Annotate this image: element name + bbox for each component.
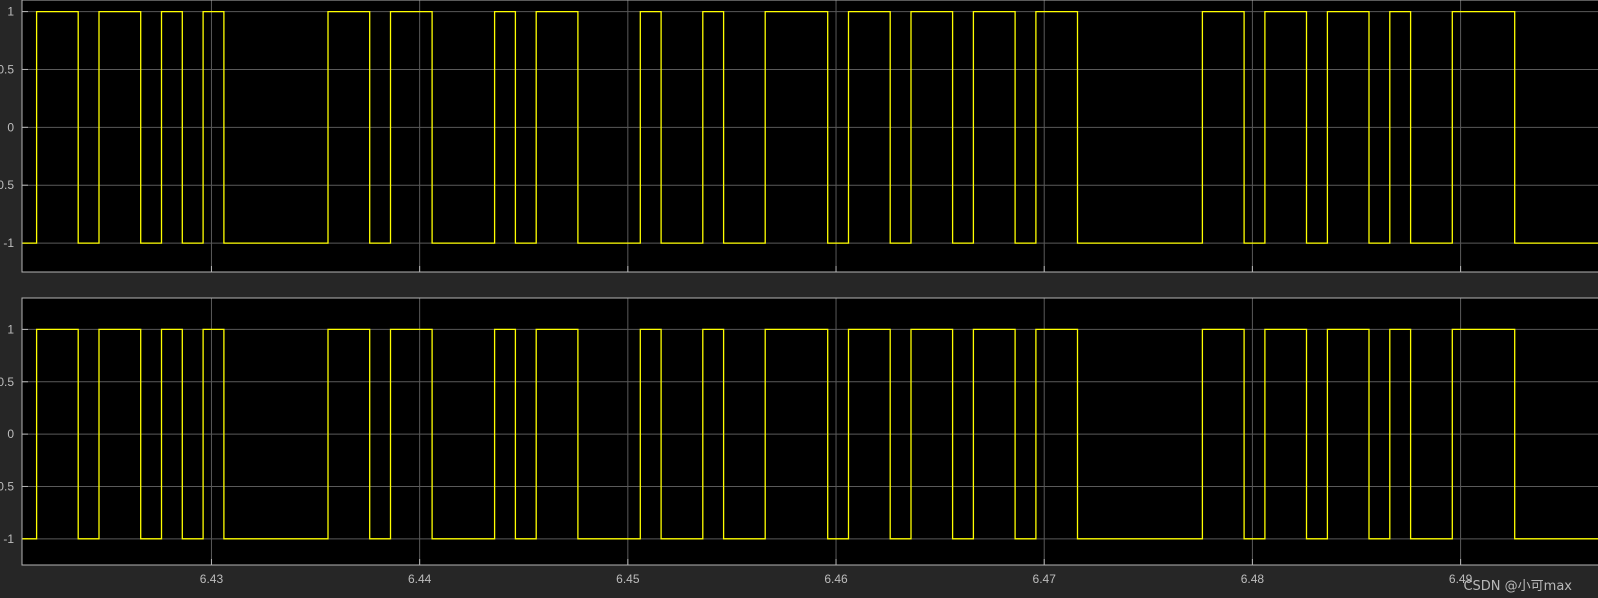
top-y-tick-label-3: -0.5 xyxy=(0,178,14,192)
scope-figure: 10.50-0.5-1 6.436.446.456.466.476.486.49… xyxy=(0,0,1598,598)
top-y-tick-label-1: 0.5 xyxy=(0,62,14,76)
top-y-tick-label-2: 0 xyxy=(7,120,14,134)
x-tick-label-2: 6.45 xyxy=(616,572,640,586)
x-tick-label-0: 6.43 xyxy=(200,572,224,586)
axes-top: 1 0.5 0 -0.5 -1 xyxy=(0,0,1598,273)
bottom-y-tick-label-4: -1 xyxy=(3,532,14,546)
bottom-y-tick-label-2: 0 xyxy=(7,427,14,441)
top-y-tick-label-0: 1 xyxy=(7,5,14,19)
x-tick-label-5: 6.48 xyxy=(1241,572,1265,586)
x-tick-label-4: 6.47 xyxy=(1033,572,1057,586)
x-tick-label-1: 6.44 xyxy=(408,572,432,586)
bottom-y-tick-label-3: -0.5 xyxy=(0,479,14,493)
axes-bottom: 6.436.446.456.466.476.486.4910.50-0.5-1 xyxy=(0,297,1598,586)
watermark-text: CSDN @小可max xyxy=(1463,579,1572,594)
x-tick-label-3: 6.46 xyxy=(824,572,848,586)
bottom-y-tick-label-0: 1 xyxy=(7,322,14,336)
bottom-y-tick-label-1: 0.5 xyxy=(0,375,14,389)
top-plot-area xyxy=(22,0,1598,272)
bottom-plot-area xyxy=(22,298,1598,565)
top-y-tick-label-4: -1 xyxy=(3,236,14,250)
